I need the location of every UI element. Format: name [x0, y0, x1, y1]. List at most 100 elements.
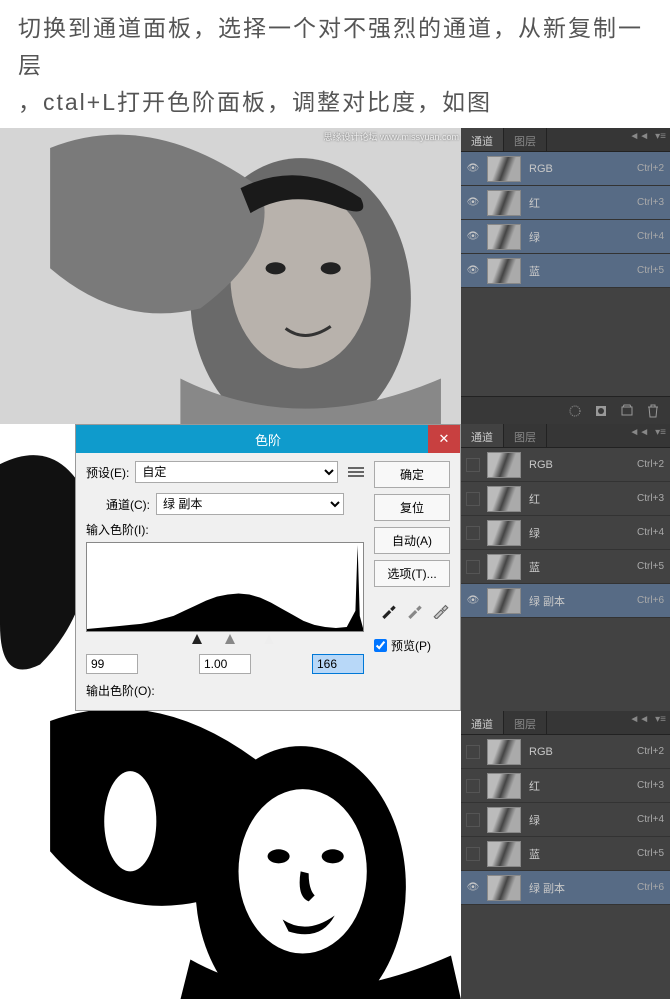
channel-row[interactable]: RGBCtrl+2	[461, 735, 670, 769]
midtone-slider[interactable]	[225, 634, 235, 644]
channel-row[interactable]: 绿Ctrl+4	[461, 220, 670, 254]
panel-menu-icon[interactable]: ▾≡	[655, 131, 666, 142]
collapse-icon[interactable]: ◄◄	[629, 427, 649, 438]
channel-row[interactable]: RGBCtrl+2	[461, 448, 670, 482]
visibility-toggle[interactable]	[465, 848, 481, 860]
channel-name: 绿 副本	[529, 880, 637, 896]
channel-shortcut: Ctrl+2	[637, 746, 664, 757]
channel-name: 蓝	[529, 559, 637, 575]
load-selection-icon[interactable]	[564, 401, 586, 421]
reset-button[interactable]: 复位	[374, 494, 450, 521]
channel-name: 绿	[529, 229, 637, 245]
channel-name: 红	[529, 778, 637, 794]
channel-row[interactable]: 蓝Ctrl+5	[461, 550, 670, 584]
panel-tabs: 通道图层 ◄◄ ▾≡	[461, 128, 670, 152]
channel-name: 红	[529, 195, 637, 211]
visibility-toggle[interactable]	[465, 561, 481, 573]
auto-button[interactable]: 自动(A)	[374, 527, 450, 554]
section-1: 思缘设计论坛 www.missyuan.com 通道图层 ◄◄ ▾≡ RGBCtrl+…	[0, 128, 670, 424]
tab-channels[interactable]: 通道	[461, 424, 504, 447]
channel-thumbnail	[487, 841, 521, 867]
visibility-eye-icon[interactable]	[465, 197, 481, 209]
channel-thumbnail	[487, 224, 521, 250]
channel-shortcut: Ctrl+4	[637, 814, 664, 825]
channel-thumbnail	[487, 486, 521, 512]
white-point-slider[interactable]	[264, 634, 274, 644]
histogram[interactable]	[86, 542, 364, 632]
tab-channels[interactable]: 通道	[461, 128, 504, 151]
new-channel-icon[interactable]	[616, 401, 638, 421]
visibility-eye-icon[interactable]	[465, 231, 481, 243]
channel-label: 通道(C):	[106, 496, 150, 513]
delete-channel-icon[interactable]	[642, 401, 664, 421]
save-selection-icon[interactable]	[590, 401, 612, 421]
channel-row[interactable]: 红Ctrl+3	[461, 769, 670, 803]
preview-checkbox-row[interactable]: 预览(P)	[374, 637, 450, 654]
channel-shortcut: Ctrl+6	[637, 882, 664, 893]
preset-menu-icon[interactable]	[348, 465, 364, 479]
preset-label: 预设(E):	[86, 464, 129, 481]
panel-tabs: 通道图层 ◄◄ ▾≡	[461, 711, 670, 735]
channel-row[interactable]: RGBCtrl+2	[461, 152, 670, 186]
channel-shortcut: Ctrl+2	[637, 163, 664, 174]
input-sliders[interactable]	[86, 634, 364, 648]
eyedropper-white-icon[interactable]	[432, 601, 450, 619]
channel-name: 绿	[529, 812, 637, 828]
channel-thumbnail	[487, 588, 521, 614]
channel-row[interactable]: 绿Ctrl+4	[461, 516, 670, 550]
channel-row[interactable]: 绿 副本Ctrl+6	[461, 871, 670, 905]
black-point-input[interactable]	[86, 654, 138, 674]
tab-layers[interactable]: 图层	[504, 128, 547, 151]
visibility-toggle[interactable]	[465, 814, 481, 826]
channels-panel-3: 通道图层◄◄▾≡RGBCtrl+2红Ctrl+3绿Ctrl+4蓝Ctrl+5绿 …	[461, 711, 670, 999]
visibility-toggle[interactable]	[465, 780, 481, 792]
visibility-toggle[interactable]	[465, 493, 481, 505]
eyedropper-gray-icon[interactable]	[406, 601, 424, 619]
options-button[interactable]: 选项(T)...	[374, 560, 450, 587]
channel-row[interactable]: 蓝Ctrl+5	[461, 837, 670, 871]
white-point-input[interactable]	[312, 654, 364, 674]
channel-row[interactable]: 绿 副本Ctrl+6	[461, 584, 670, 618]
channel-row[interactable]: 绿Ctrl+4	[461, 803, 670, 837]
section-2: 色阶 ✕ 预设(E): 自定 通道(C): 绿 副本 输入色阶(I):	[0, 424, 670, 711]
panel-menu-icon[interactable]: ▾≡	[655, 427, 666, 438]
panel-menu-icon[interactable]: ▾≡	[655, 714, 666, 725]
photo-high-contrast	[0, 711, 461, 999]
levels-title-bar[interactable]: 色阶 ✕	[76, 425, 460, 453]
photo-grayscale: 思缘设计论坛 www.missyuan.com	[0, 128, 461, 424]
visibility-toggle[interactable]	[465, 746, 481, 758]
preset-select[interactable]: 自定	[135, 461, 338, 483]
tab-layers[interactable]: 图层	[504, 424, 547, 447]
eyedropper-black-icon[interactable]	[380, 601, 398, 619]
levels-dialog: 色阶 ✕ 预设(E): 自定 通道(C): 绿 副本 输入色阶(I):	[75, 424, 461, 711]
channel-row[interactable]: 红Ctrl+3	[461, 482, 670, 516]
channel-thumbnail	[487, 452, 521, 478]
visibility-toggle[interactable]	[465, 527, 481, 539]
visibility-toggle[interactable]	[465, 459, 481, 471]
visibility-eye-icon[interactable]	[465, 882, 481, 894]
visibility-eye-icon[interactable]	[465, 595, 481, 607]
ok-button[interactable]: 确定	[374, 461, 450, 488]
panel-tabs: 通道图层 ◄◄ ▾≡	[461, 424, 670, 448]
gamma-input[interactable]	[199, 654, 251, 674]
channel-row[interactable]: 蓝Ctrl+5	[461, 254, 670, 288]
tab-channels[interactable]: 通道	[461, 711, 504, 734]
collapse-icon[interactable]: ◄◄	[629, 131, 649, 142]
close-button[interactable]: ✕	[428, 425, 460, 453]
channel-name: RGB	[529, 746, 637, 758]
collapse-icon[interactable]: ◄◄	[629, 714, 649, 725]
output-levels-label: 输出色阶(O):	[86, 682, 364, 699]
input-levels-label: 输入色阶(I):	[86, 521, 364, 538]
black-point-slider[interactable]	[192, 634, 202, 644]
channel-row[interactable]: 红Ctrl+3	[461, 186, 670, 220]
visibility-eye-icon[interactable]	[465, 163, 481, 175]
preview-checkbox[interactable]	[374, 639, 387, 652]
visibility-eye-icon[interactable]	[465, 265, 481, 277]
channel-thumbnail	[487, 773, 521, 799]
channel-thumbnail	[487, 875, 521, 901]
tab-layers[interactable]: 图层	[504, 711, 547, 734]
channel-select[interactable]: 绿 副本	[156, 493, 344, 515]
channel-thumbnail	[487, 156, 521, 182]
close-icon: ✕	[439, 431, 450, 447]
channel-shortcut: Ctrl+5	[637, 561, 664, 572]
